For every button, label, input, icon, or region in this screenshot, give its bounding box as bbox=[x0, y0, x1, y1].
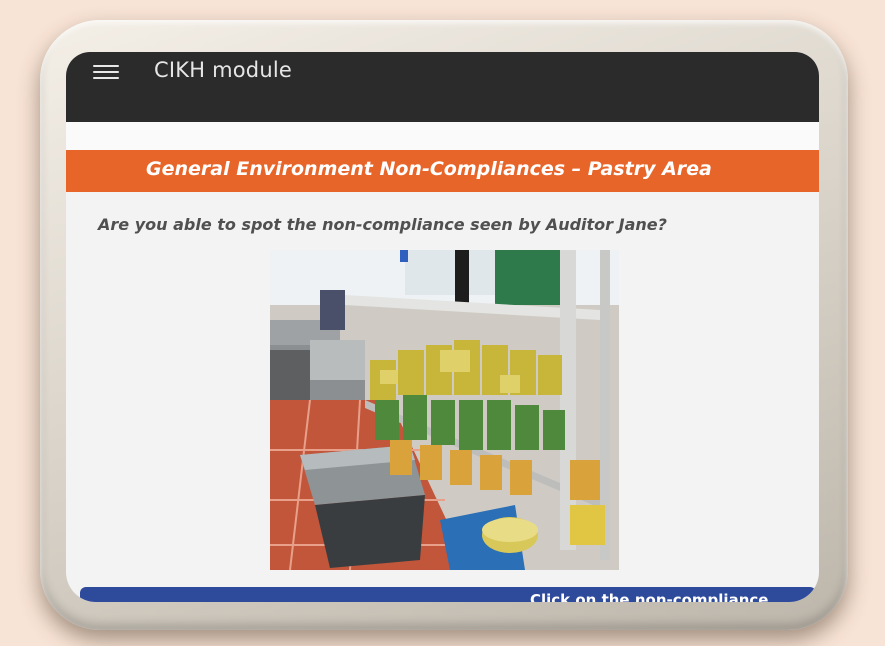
section-banner: General Environment Non-Compliances – Pa… bbox=[66, 150, 819, 192]
banner-title: General Environment Non-Compliances – Pa… bbox=[146, 158, 712, 180]
app-bar: CIKH module bbox=[66, 52, 819, 122]
kitchen-photo[interactable] bbox=[270, 250, 619, 570]
bottom-action-label: Click on the non-compliance bbox=[530, 591, 769, 602]
app-title: CIKH module bbox=[154, 58, 292, 82]
bottom-action-bar[interactable]: Click on the non-compliance bbox=[80, 587, 816, 602]
hamburger-menu-icon[interactable] bbox=[93, 65, 119, 79]
question-text: Are you able to spot the non-compliance … bbox=[98, 215, 667, 234]
header-spacer bbox=[66, 122, 819, 150]
app-screen: CIKH module General Environment Non-Comp… bbox=[66, 52, 819, 602]
